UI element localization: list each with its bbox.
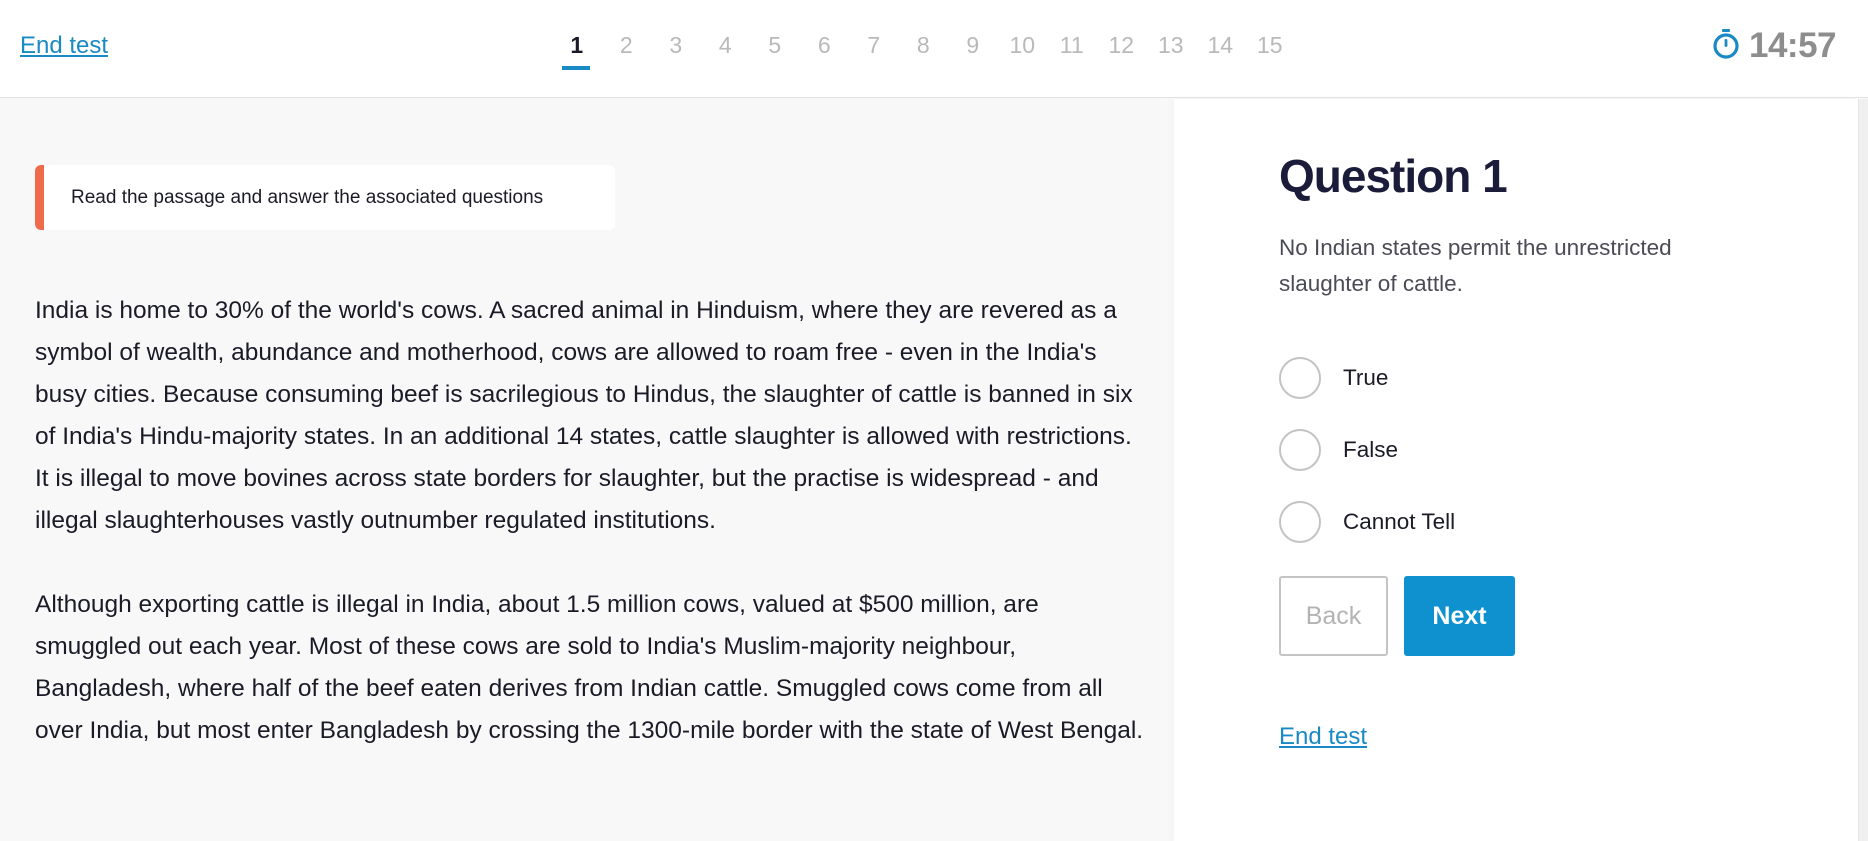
next-button[interactable]: Next [1404,576,1515,656]
question-nav-9[interactable]: 9 [948,32,998,70]
timer: 14:57 [1712,26,1837,66]
passage-paragraph-1: India is home to 30% of the world's cows… [35,297,1133,534]
question-nav-5[interactable]: 5 [750,32,800,70]
end-test-link-bottom[interactable]: End test [1279,723,1367,751]
question-nav-8[interactable]: 8 [899,32,949,70]
question-nav-13[interactable]: 13 [1146,32,1196,70]
radio-button[interactable] [1279,357,1321,399]
passage-paragraph-2: Although exporting cattle is illegal in … [35,591,1144,744]
question-nav-3[interactable]: 3 [651,32,701,70]
passage-panel: Read the passage and answer the associat… [0,99,1174,841]
end-test-link-top[interactable]: End test [20,32,108,60]
option-false[interactable]: False [1279,429,1398,471]
question-nav-6[interactable]: 6 [800,32,850,70]
option-label: Cannot Tell [1343,509,1456,534]
question-title: Question 1 [1279,150,1508,202]
option-label: False [1343,437,1399,462]
option-true[interactable]: True [1279,357,1388,399]
question-nav-12[interactable]: 12 [1097,32,1147,70]
radio-button[interactable] [1279,429,1321,471]
option-cannot-tell[interactable]: Cannot Tell [1279,501,1455,543]
question-panel: Question 1 No Indian states permit the u… [1174,99,1858,841]
question-nav-7[interactable]: 7 [849,32,899,70]
instruction-banner: Read the passage and answer the associat… [35,165,615,230]
back-button[interactable]: Back [1279,576,1388,656]
question-nav-15[interactable]: 15 [1245,32,1295,70]
question-nav-2[interactable]: 2 [602,32,652,70]
question-navigator: 1 2 3 4 5 6 7 8 9 10 11 12 13 14 15 [552,32,1295,70]
question-nav-11[interactable]: 11 [1047,32,1097,70]
option-label: True [1343,365,1389,390]
passage-text: India is home to 30% of the world's cows… [35,290,1145,794]
timer-value: 14:57 [1749,26,1837,65]
instruction-text: Read the passage and answer the associat… [71,186,544,208]
scrollbar[interactable] [1858,99,1868,841]
question-nav-4[interactable]: 4 [701,32,751,70]
stopwatch-icon [1712,28,1740,65]
question-nav-1[interactable]: 1 [552,32,602,70]
question-statement: No Indian states permit the unrestricted… [1279,235,1672,296]
question-nav-14[interactable]: 14 [1196,32,1246,70]
top-bar: End test 1 2 3 4 5 6 7 8 9 10 11 12 13 1… [0,0,1868,98]
radio-button[interactable] [1279,501,1321,543]
question-nav-10[interactable]: 10 [998,32,1048,70]
